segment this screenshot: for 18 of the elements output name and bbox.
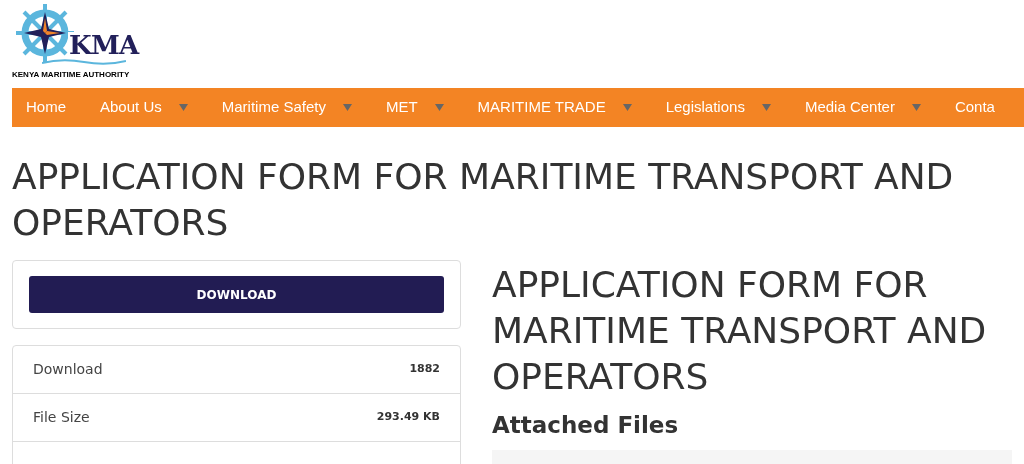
detail-label: Download: [33, 360, 103, 379]
logo-caption: KENYA MARITIME AUTHORITY: [12, 71, 130, 79]
download-button[interactable]: DOWNLOAD: [29, 276, 444, 313]
content-title: APPLICATION FORM FOR MARITIME TRANSPORT AND OPERATORS: [492, 263, 988, 399]
nav-item[interactable]: MARITIME TRADE: [463, 96, 652, 119]
nav-item[interactable]: Conta: [940, 96, 1015, 119]
nav-item[interactable]: Legislations: [651, 96, 791, 119]
wave-icon: [42, 58, 126, 66]
detail-value: 1882: [409, 361, 440, 378]
page-title: APPLICATION FORM FOR MARITIME TRANSPORT AND OPERATORS: [12, 155, 955, 245]
section-heading: Attached Files: [492, 411, 680, 440]
nav-item[interactable]: MET: [371, 96, 464, 119]
detail-label: File Size: [33, 408, 90, 427]
nav-item[interactable]: Maritime Safety: [207, 96, 372, 119]
detail-value: 293.49 KB: [376, 409, 440, 426]
nav-item[interactable]: Home: [12, 96, 86, 119]
nav-item[interactable]: About Us: [86, 96, 208, 119]
nav-item[interactable]: Media Center: [790, 96, 941, 119]
